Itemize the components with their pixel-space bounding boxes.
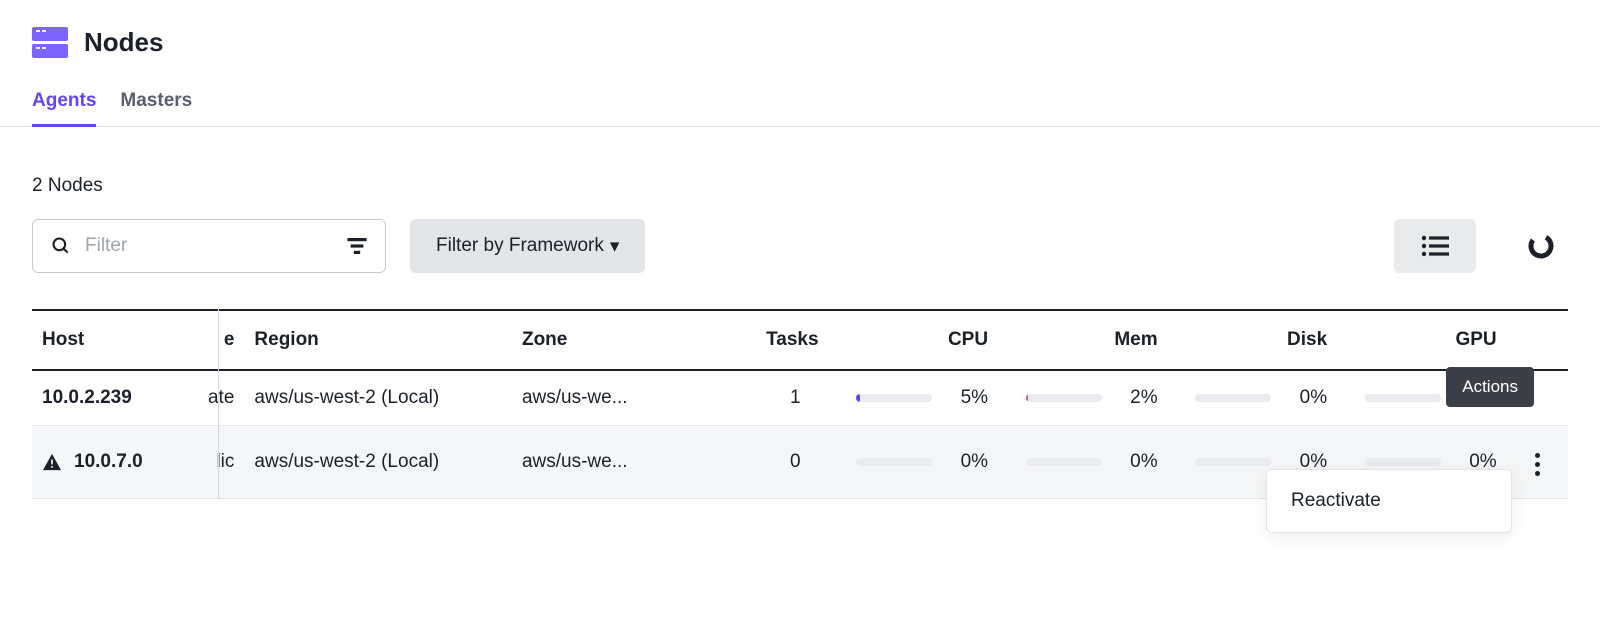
region-cell: aws/us-west-2 (Local): [244, 426, 512, 499]
region-cell: aws/us-west-2 (Local): [244, 370, 512, 426]
type-cell-clipped: lic: [185, 426, 244, 499]
usage-bar: [856, 394, 932, 402]
usage-bar: [856, 458, 932, 466]
col-gpu[interactable]: GPU: [1337, 310, 1507, 370]
page-title: Nodes: [84, 27, 163, 58]
disk-cell: 0%: [1168, 370, 1338, 426]
col-zone[interactable]: Zone: [512, 310, 716, 370]
host-ip: 10.0.7.0: [74, 451, 143, 473]
host-ip: 10.0.2.239: [42, 387, 132, 409]
menu-item-reactivate[interactable]: Reactivate: [1267, 470, 1511, 532]
type-cell-clipped: ate: [185, 370, 244, 426]
host-cell[interactable]: 10.0.7.0: [42, 451, 175, 473]
search-icon: [51, 236, 71, 256]
nodes-icon: [32, 24, 68, 60]
mem-cell: 2%: [998, 370, 1168, 426]
page-header: Nodes: [0, 0, 1600, 72]
usage-pct: 2%: [1114, 387, 1158, 409]
usage-bar: [1195, 394, 1271, 402]
filter-settings-icon[interactable]: [347, 238, 367, 254]
zone-cell: aws/us-we...: [512, 370, 716, 426]
usage-bar: [1365, 394, 1441, 402]
filter-by-framework-button[interactable]: Filter by Framework ▾: [410, 219, 645, 273]
usage-bar: [1365, 458, 1441, 466]
usage-bar: [1195, 458, 1271, 466]
caret-down-icon: ▾: [610, 235, 620, 258]
tab-agents[interactable]: Agents: [32, 80, 96, 126]
cpu-cell: 5%: [829, 370, 999, 426]
usage-pct: 0%: [1114, 451, 1158, 473]
zone-cell: aws/us-we...: [512, 426, 716, 499]
list-icon: [1421, 235, 1449, 257]
tasks-cell: 1: [716, 370, 828, 426]
filter-box[interactable]: [32, 219, 386, 273]
col-type-clipped[interactable]: Te: [185, 310, 244, 370]
actions-menu: Reactivate: [1266, 469, 1512, 533]
donut-view-toggle[interactable]: [1514, 219, 1568, 273]
warning-icon: [42, 453, 62, 471]
toolbar: Filter by Framework ▾: [32, 219, 1568, 273]
col-cpu[interactable]: CPU: [829, 310, 999, 370]
col-tasks[interactable]: Tasks: [716, 310, 828, 370]
col-disk[interactable]: Disk: [1168, 310, 1338, 370]
usage-pct: 0%: [944, 451, 988, 473]
node-count-label: 2 Nodes: [32, 175, 1568, 197]
nodes-table-wrap: Host Te Region Zone Tasks CPU Mem Disk G…: [32, 309, 1568, 499]
filter-input[interactable]: [85, 235, 347, 257]
tab-masters[interactable]: Masters: [120, 80, 192, 126]
tabs-bar: Agents Masters: [0, 80, 1600, 127]
col-mem[interactable]: Mem: [998, 310, 1168, 370]
col-region[interactable]: Region: [244, 310, 512, 370]
usage-bar: [1026, 458, 1102, 466]
cpu-cell: 0%: [829, 426, 999, 499]
tasks-cell: 0: [716, 426, 828, 499]
mem-cell: 0%: [998, 426, 1168, 499]
usage-pct: 0%: [1283, 387, 1327, 409]
donut-icon: [1528, 233, 1554, 259]
list-view-toggle[interactable]: [1394, 219, 1476, 273]
framework-btn-label: Filter by Framework: [436, 235, 604, 257]
host-cell[interactable]: 10.0.2.239: [42, 387, 175, 409]
col-host[interactable]: Host: [32, 310, 185, 370]
table-row[interactable]: 10.0.2.239 ateaws/us-west-2 (Local)aws/us…: [32, 370, 1568, 426]
usage-pct: 5%: [944, 387, 988, 409]
actions-tooltip: Actions: [1446, 367, 1534, 407]
table-header-row: Host Te Region Zone Tasks CPU Mem Disk G…: [32, 310, 1568, 370]
row-actions-button[interactable]: [1525, 447, 1550, 482]
usage-bar: [1026, 394, 1102, 402]
